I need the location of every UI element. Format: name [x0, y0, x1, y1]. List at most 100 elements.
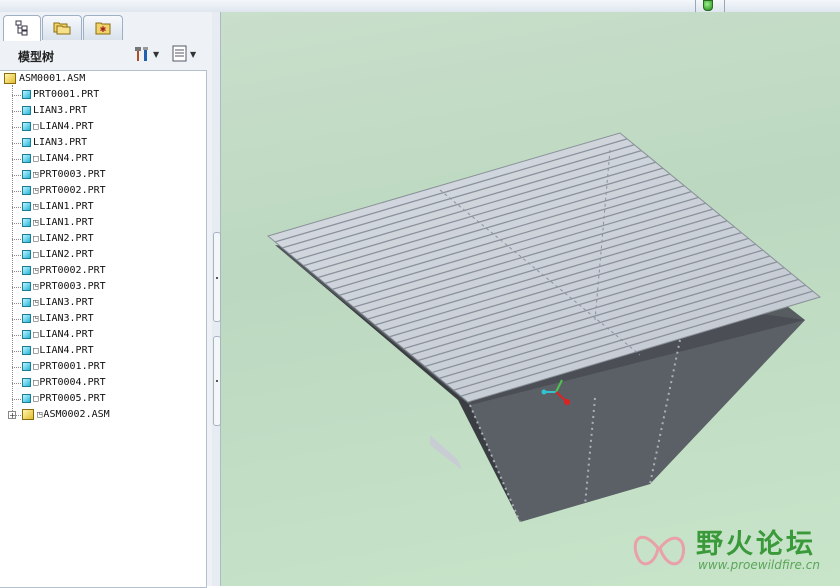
- tree-part-node[interactable]: ◳LIAN1.PRT: [22, 199, 94, 215]
- graphics-viewport[interactable]: [221, 12, 840, 586]
- part-icon: [22, 153, 31, 163]
- forum-watermark: 野火论坛 www.proewildfire.cn: [628, 518, 833, 582]
- tree-node-label: LIAN3.PRT: [39, 297, 94, 308]
- status-flag-icon: □: [33, 234, 39, 244]
- tree-guide-line: [12, 303, 21, 304]
- expand-toggle[interactable]: +: [8, 411, 16, 420]
- tree-guide-line: [12, 255, 21, 256]
- tree-guide-line: [12, 319, 21, 320]
- tree-part-node[interactable]: □LIAN2.PRT: [22, 247, 94, 263]
- part-icon: [22, 329, 31, 339]
- status-flag-icon: □: [33, 154, 39, 164]
- tree-guide-line: [12, 383, 21, 384]
- tree-part-node[interactable]: ◳PRT0003.PRT: [22, 167, 106, 183]
- tree-part-node[interactable]: LIAN3.PRT: [22, 135, 87, 151]
- tree-guide-line: [12, 399, 21, 400]
- tree-node-label: PRT0003.PRT: [39, 169, 106, 180]
- settings-button[interactable]: ▼: [133, 45, 159, 65]
- watermark-url: www.proewildfire.cn: [698, 558, 820, 572]
- tree-guide-line: [12, 111, 21, 112]
- tree-part-node[interactable]: □LIAN4.PRT: [22, 327, 94, 343]
- tree-guide-line: [12, 127, 21, 128]
- handle-dot: [216, 380, 218, 382]
- status-flag-icon: ◳: [33, 314, 39, 324]
- tree-node-label: PRT0005.PRT: [39, 393, 106, 404]
- status-flag-icon: ◳: [33, 266, 39, 276]
- part-icon: [22, 121, 31, 131]
- tree-node-label: LIAN4.PRT: [39, 153, 94, 164]
- status-flag-icon: ◳: [33, 298, 39, 308]
- tree-guide-line: [12, 239, 21, 240]
- tree-part-node[interactable]: ◳PRT0003.PRT: [22, 279, 106, 295]
- tree-icon: [15, 20, 28, 36]
- tree-part-node[interactable]: □LIAN2.PRT: [22, 231, 94, 247]
- tree-guide-line: [12, 335, 21, 336]
- part-icon: [22, 233, 31, 243]
- status-flag-icon: ◳: [33, 202, 39, 212]
- favorites-icon: ✱: [95, 22, 111, 35]
- tree-node-label: LIAN1.PRT: [39, 217, 94, 228]
- tree-node-label: LIAN3.PRT: [39, 313, 94, 324]
- tree-node-label: PRT0003.PRT: [39, 281, 106, 292]
- tree-part-node[interactable]: □LIAN4.PRT: [22, 119, 94, 135]
- assembly-model: [266, 132, 822, 523]
- chevron-down-icon: ▼: [190, 49, 197, 59]
- tree-guide-line: [12, 351, 21, 352]
- tree-node-label: ASM0002.ASM: [43, 409, 110, 420]
- tree-assembly-node[interactable]: ASM0001.ASM: [4, 71, 85, 87]
- navigator-tabs: ✱: [0, 12, 220, 41]
- butterfly-logo: [633, 535, 685, 566]
- part-icon: [22, 89, 31, 99]
- model-tree-tab[interactable]: [3, 15, 41, 41]
- tree-assembly-node[interactable]: ◳ASM0002.ASM: [22, 407, 110, 423]
- tree-part-node[interactable]: ◳PRT0002.PRT: [22, 183, 106, 199]
- favorites-tab[interactable]: ✱: [83, 15, 123, 40]
- tree-part-node[interactable]: ◳LIAN3.PRT: [22, 295, 94, 311]
- tree-part-node[interactable]: □PRT0004.PRT: [22, 375, 106, 391]
- settings-icon: [135, 47, 148, 61]
- part-icon: [22, 185, 31, 195]
- model-tree-title: 模型树: [18, 50, 55, 64]
- tree-part-node[interactable]: ◳PRT0002.PRT: [22, 263, 106, 279]
- tree-guide-line: [12, 287, 21, 288]
- tree-part-node[interactable]: LIAN3.PRT: [22, 103, 87, 119]
- tree-node-label: LIAN4.PRT: [39, 121, 94, 132]
- tree-part-node[interactable]: □LIAN4.PRT: [22, 343, 94, 359]
- folder-browser-tab[interactable]: [42, 15, 82, 40]
- tree-part-node[interactable]: □LIAN4.PRT: [22, 151, 94, 167]
- svg-text:✱: ✱: [100, 25, 107, 34]
- status-flag-icon: □: [33, 250, 39, 260]
- tree-guide-line: [12, 191, 21, 192]
- tree-node-label: PRT0004.PRT: [39, 377, 106, 388]
- tree-node-label: LIAN3.PRT: [33, 137, 88, 148]
- status-flag-icon: □: [33, 394, 39, 404]
- tree-part-node[interactable]: PRT0001.PRT: [22, 87, 99, 103]
- status-flag-icon: ◳: [37, 410, 43, 420]
- tree-node-label: PRT0002.PRT: [39, 265, 106, 276]
- part-icon: [22, 217, 31, 227]
- chevron-down-icon: ▼: [153, 49, 160, 59]
- hopper-slot: [430, 435, 462, 470]
- tree-part-node[interactable]: ◳LIAN1.PRT: [22, 215, 94, 231]
- status-flag-icon: ◳: [33, 218, 39, 228]
- status-indicator-icon[interactable]: [703, 0, 713, 11]
- tree-guide-line: [12, 143, 21, 144]
- show-button[interactable]: ▼: [172, 45, 196, 65]
- part-icon: [22, 297, 31, 307]
- tree-part-node[interactable]: ◳LIAN3.PRT: [22, 311, 94, 327]
- tree-part-node[interactable]: □PRT0001.PRT: [22, 359, 106, 375]
- tree-guide-line: [12, 95, 21, 96]
- tree-guide-line: [12, 207, 21, 208]
- tree-node-label: PRT0001.PRT: [39, 361, 106, 372]
- status-flag-icon: □: [33, 122, 39, 132]
- part-icon: [22, 169, 31, 179]
- tree-guide-line: [12, 367, 21, 368]
- watermark-title: 野火论坛: [696, 529, 816, 560]
- part-icon: [22, 345, 31, 355]
- folders-icon: [53, 22, 71, 35]
- tree-node-label: PRT0002.PRT: [39, 185, 106, 196]
- toolbar-separator: [724, 0, 725, 12]
- part-icon: [22, 313, 31, 323]
- tree-part-node[interactable]: □PRT0005.PRT: [22, 391, 106, 407]
- tree-node-label: LIAN4.PRT: [39, 345, 94, 356]
